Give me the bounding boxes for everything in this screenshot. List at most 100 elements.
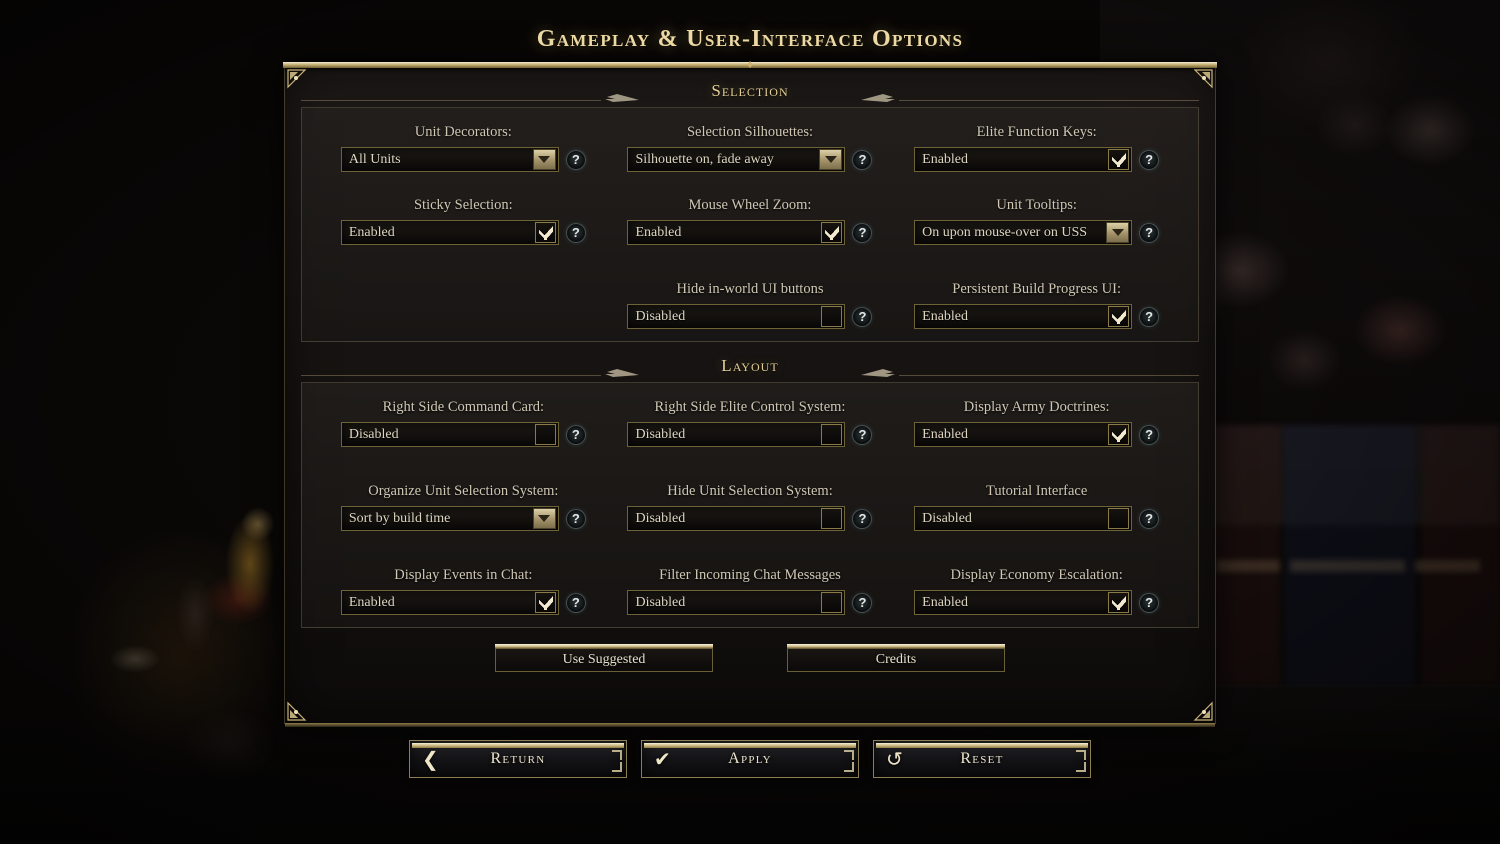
- section-rule-left: [301, 375, 601, 376]
- toggle-right-side-command-card[interactable]: Disabled: [340, 422, 559, 447]
- option-display-events-in-chat: Display Events in Chat: Enabled ?: [320, 567, 607, 615]
- corner-accent-top-icon: [1076, 750, 1086, 760]
- toggle-display-economy-escalation[interactable]: Enabled: [914, 590, 1133, 615]
- apply-button[interactable]: ✔ Apply: [641, 740, 859, 778]
- toggle-value: Enabled: [922, 151, 969, 167]
- toggle-sticky-selection[interactable]: Enabled: [340, 220, 559, 245]
- dropdown-value: Silhouette on, fade away: [635, 151, 774, 167]
- dropdown-selection-silhouettes[interactable]: Silhouette on, fade away: [627, 147, 846, 172]
- action-bar: ❮ Return ✔ Apply ↺ Reset: [0, 740, 1500, 778]
- reset-label: Reset: [960, 750, 1004, 767]
- option-hide-inworld-ui-buttons: Hide in-world UI buttons Disabled ?: [607, 281, 894, 329]
- help-icon[interactable]: ?: [565, 149, 586, 170]
- checkbox-icon[interactable]: [534, 222, 556, 243]
- corner-accent-top-icon: [612, 750, 622, 760]
- option-row: Sticky Selection: Enabled ? Mouse Wheel …: [320, 197, 1180, 245]
- help-icon[interactable]: ?: [565, 222, 586, 243]
- checkbox-icon[interactable]: [821, 424, 843, 445]
- aquila-ornament-icon: ♦: [746, 57, 754, 71]
- option-row: Display Events in Chat: Enabled ? Filter…: [320, 567, 1180, 615]
- help-icon[interactable]: ?: [852, 424, 873, 445]
- toggle-value: Disabled: [635, 594, 686, 610]
- help-icon[interactable]: ?: [852, 149, 873, 170]
- help-icon[interactable]: ?: [1139, 508, 1160, 529]
- section-rule-right: [899, 375, 1199, 376]
- help-icon[interactable]: ?: [565, 424, 586, 445]
- page-title-block: Gameplay & User-Interface Options ♦: [0, 26, 1500, 72]
- use-suggested-button[interactable]: Use Suggested: [495, 644, 713, 672]
- help-icon[interactable]: ?: [852, 592, 873, 613]
- dropdown-organize-unit-selection-system[interactable]: Sort by build time: [340, 506, 559, 531]
- help-icon[interactable]: ?: [565, 592, 586, 613]
- help-icon[interactable]: ?: [565, 508, 586, 529]
- toggle-tutorial-interface[interactable]: Disabled: [914, 506, 1133, 531]
- credits-button[interactable]: Credits: [787, 644, 1005, 672]
- option-label: Sticky Selection:: [413, 197, 513, 213]
- option-label: Organize Unit Selection System:: [368, 483, 559, 499]
- toggle-right-side-elite-control-system[interactable]: Disabled: [627, 422, 846, 447]
- checkbox-icon[interactable]: [821, 508, 843, 529]
- undo-circle-icon: ↺: [886, 747, 903, 771]
- toggle-display-army-doctrines[interactable]: Enabled: [914, 422, 1133, 447]
- section-layout-title: Layout: [721, 356, 779, 375]
- checkbox-icon[interactable]: [1108, 306, 1130, 327]
- toggle-hide-inworld-ui-buttons[interactable]: Disabled: [627, 304, 846, 329]
- checkbox-icon[interactable]: [534, 592, 556, 613]
- corner-accent-bottom-icon: [612, 762, 622, 772]
- option-label: Hide Unit Selection System:: [667, 483, 833, 499]
- toggle-mouse-wheel-zoom[interactable]: Enabled: [627, 220, 846, 245]
- option-control: Enabled ?: [914, 304, 1160, 329]
- checkbox-icon[interactable]: [821, 306, 843, 327]
- chevron-down-icon[interactable]: [532, 149, 556, 170]
- chevron-down-icon[interactable]: [819, 149, 843, 170]
- option-label: Filter Incoming Chat Messages: [659, 567, 841, 583]
- option-row: Hide in-world UI buttons Disabled ? Pers…: [320, 281, 1180, 329]
- help-icon[interactable]: ?: [1139, 222, 1160, 243]
- reset-button[interactable]: ↺ Reset: [873, 740, 1091, 778]
- checkbox-icon[interactable]: [1108, 508, 1130, 529]
- option-mouse-wheel-zoom: Mouse Wheel Zoom: Enabled ?: [607, 197, 894, 245]
- help-icon[interactable]: ?: [852, 306, 873, 327]
- title-divider: ♦: [515, 58, 985, 72]
- help-icon[interactable]: ?: [852, 222, 873, 243]
- dropdown-unit-decorators[interactable]: All Units: [340, 147, 559, 172]
- return-button[interactable]: ❮ Return: [409, 740, 627, 778]
- chevron-left-icon: ❮: [422, 747, 439, 771]
- toggle-persistent-build-progress-ui[interactable]: Enabled: [914, 304, 1133, 329]
- toggle-display-events-in-chat[interactable]: Enabled: [340, 590, 559, 615]
- wing-ornament-left-icon: [601, 91, 641, 105]
- checkbox-icon[interactable]: [821, 222, 843, 243]
- checkbox-icon[interactable]: [1108, 149, 1130, 170]
- secondary-buttons: Use Suggested Credits: [301, 644, 1199, 672]
- return-label: Return: [490, 750, 546, 767]
- option-label: Right Side Command Card:: [382, 399, 545, 415]
- option-filter-incoming-chat-messages: Filter Incoming Chat Messages Disabled ?: [607, 567, 894, 615]
- checkbox-icon[interactable]: [1108, 592, 1130, 613]
- corner-accent-bottom-icon: [844, 762, 854, 772]
- checkbox-icon[interactable]: [534, 424, 556, 445]
- option-control: Disabled ?: [627, 506, 873, 531]
- help-icon[interactable]: ?: [1139, 306, 1160, 327]
- checkbox-icon[interactable]: [821, 592, 843, 613]
- option-control: On upon mouse-over on USS ?: [914, 220, 1160, 245]
- dropdown-unit-tooltips[interactable]: On upon mouse-over on USS: [914, 220, 1133, 245]
- toggle-value: Disabled: [348, 426, 399, 442]
- help-icon[interactable]: ?: [1139, 424, 1160, 445]
- checkbox-icon[interactable]: [1108, 424, 1130, 445]
- option-control: Enabled ?: [914, 590, 1160, 615]
- title-rule-left: [515, 64, 715, 65]
- help-icon[interactable]: ?: [1139, 149, 1160, 170]
- toggle-filter-incoming-chat-messages[interactable]: Disabled: [627, 590, 846, 615]
- help-icon[interactable]: ?: [1139, 592, 1160, 613]
- chevron-down-icon[interactable]: [1106, 222, 1130, 243]
- section-layout-body: Right Side Command Card: Disabled ? Righ…: [301, 382, 1199, 628]
- toggle-hide-unit-selection-system[interactable]: Disabled: [627, 506, 846, 531]
- chevron-down-icon[interactable]: [532, 508, 556, 529]
- help-icon[interactable]: ?: [852, 508, 873, 529]
- wing-ornament-right-icon: [859, 91, 899, 105]
- toggle-elite-function-keys[interactable]: Enabled: [914, 147, 1133, 172]
